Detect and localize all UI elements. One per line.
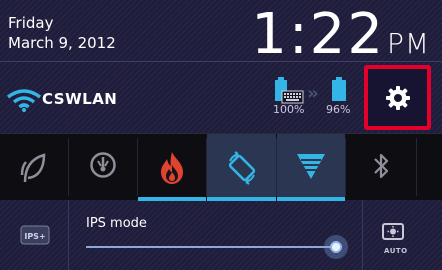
weekday-label: Friday (8, 14, 54, 32)
divider (68, 200, 69, 270)
auto-brightness-icon[interactable] (381, 222, 405, 244)
header: Friday March 9, 2012 1:22PM (0, 0, 442, 67)
quick-toggle-bar (0, 133, 442, 201)
date-label: March 9, 2012 (8, 34, 116, 52)
ips-badge: IPS+ (24, 232, 45, 241)
gauge-icon (90, 152, 116, 178)
notification-panel: Friday March 9, 2012 1:22PM CSWLAN ›› 10… (0, 0, 442, 270)
tablet-battery-percent: 100% (273, 103, 305, 116)
auto-brightness-label: AUTO (384, 247, 408, 255)
toggle-bluetooth[interactable] (346, 134, 416, 201)
clock: 1:22PM (251, 2, 430, 67)
signal-triangle-icon (297, 154, 325, 179)
clock-ampm: PM (386, 27, 430, 60)
clock-time: 1:22 (251, 2, 385, 67)
toggle-eco-mode[interactable] (0, 134, 68, 201)
wifi-icon (6, 89, 42, 112)
slider-thumb[interactable] (324, 235, 348, 259)
gear-icon (386, 86, 410, 110)
ips-brightness-row: IPS+ IPS mode AUTO (0, 200, 442, 270)
flame-icon (161, 152, 183, 184)
slider-track (86, 246, 340, 248)
brightness-slider[interactable] (86, 235, 348, 259)
leaf-icon (20, 153, 46, 183)
toggle-cpu-mode[interactable] (69, 134, 137, 201)
divider (416, 138, 417, 196)
ips-icon[interactable]: IPS+ (20, 225, 50, 245)
toggle-signal[interactable] (277, 134, 345, 201)
divider (362, 200, 363, 270)
rotate-icon (228, 151, 255, 185)
bluetooth-icon (374, 153, 389, 179)
settings-button[interactable] (364, 65, 431, 130)
toggle-performance-mode[interactable] (138, 134, 206, 201)
chevron-icon: ›› (307, 83, 319, 104)
status-row: CSWLAN ›› 100% 96% (0, 63, 442, 133)
keyboard-battery-percent: 96% (326, 103, 351, 116)
ips-mode-label: IPS mode (86, 216, 147, 231)
wifi-ssid[interactable]: CSWLAN (42, 90, 117, 108)
toggle-auto-rotate[interactable] (207, 134, 276, 201)
